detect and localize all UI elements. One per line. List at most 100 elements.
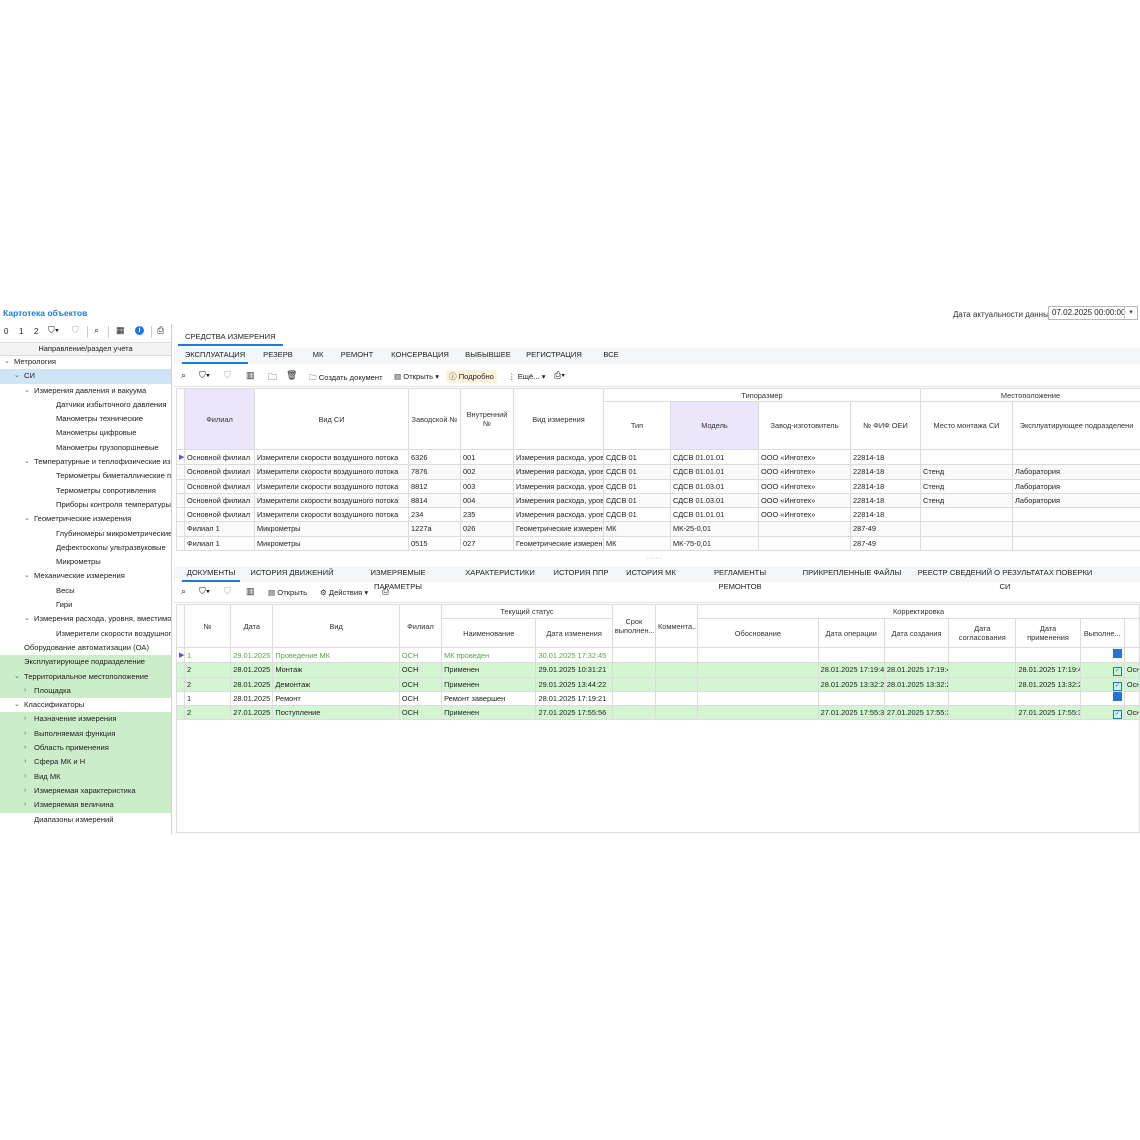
details-button[interactable]: ⓘ Подробно [446,370,497,383]
tab-bottom-1[interactable]: ИСТОРИЯ ДВИЖЕНИЙ [250,566,334,580]
tree-item[interactable]: Диапазоны измерений [0,813,171,827]
table-row[interactable]: ▶ 1 29.01.2025 Проведение МК ОСН МК проведен 3… [175,646,1140,664]
tree-item[interactable]: › Выполняемая функция [0,726,171,742]
search-icon[interactable]: ⌕ [181,370,186,381]
column-header[interactable]: Обоснование [697,618,819,648]
tree-item[interactable]: ⌄ Метрология [0,355,171,369]
tab-main-0[interactable]: ЭКСПЛУАТАЦИЯ [182,348,248,364]
tree-item[interactable]: ⌄ СИ [0,369,171,384]
clear-filter-icon[interactable]: ⛉ [224,370,231,381]
tab-main-1[interactable]: РЕЗЕРВ [258,348,298,362]
column-header[interactable] [1123,618,1140,648]
column-header[interactable]: Дата изменения [535,618,613,648]
tree-item[interactable]: Приборы контроля температуры [0,498,171,512]
column-header[interactable]: Срок выполнен... [611,604,656,648]
chevron-down-icon[interactable]: ⌄ [24,384,30,398]
tab-main-4[interactable]: КОНСЕРВАЦИЯ [390,348,450,362]
tree-item[interactable]: Весы [0,584,171,598]
tree-item[interactable]: Глубиномеры микрометрические [0,527,171,541]
column-header[interactable]: Заводской № [408,388,461,450]
chevron-down-icon[interactable]: ▾ [1124,307,1137,319]
tree-item[interactable]: ⌄ Классификаторы [0,698,171,712]
checkbox[interactable]: ✓ [1112,667,1122,677]
tab-bottom-2[interactable]: ИЗМЕРЯЕМЫЕ ПАРАМЕТРЫ [348,566,448,591]
tree-item[interactable]: Термометры биметаллические показ [0,469,171,483]
level-2-button[interactable]: 2 [34,327,38,336]
folder-icon[interactable]: 🗀 [268,370,277,386]
chevron-down-icon[interactable]: ⌄ [24,455,30,469]
chevron-down-icon[interactable]: ⌄ [24,612,30,626]
table-row[interactable]: Основной филиал Измерители скорости возду… [176,478,1140,494]
chevron-down-icon[interactable]: ⌄ [4,355,10,369]
tree-item[interactable]: ⌄ Механические измерения [0,569,171,583]
column-header[interactable]: Вид СИ [254,388,409,450]
tree-item[interactable]: ⌄ Геометрические измерения [0,512,171,526]
chevron-down-icon[interactable]: ⌄ [14,698,20,712]
column-header[interactable]: Филиал [398,604,443,648]
open-document-button[interactable]: ▤ Открыть [268,588,307,597]
level-0-button[interactable]: 0 [4,327,8,336]
column-header[interactable]: Внутренний № [460,388,514,450]
more-button[interactable]: ⋮ Ещё... ▾ [508,372,546,381]
tree-item[interactable]: ⌄ Измерения расхода, уровня, вместимост [0,612,171,626]
table-row[interactable]: 2 27.01.2025 Поступление ОСН Применен 27.01.2… [175,705,1140,721]
checkbox[interactable]: ✓ [1112,681,1122,691]
clear-filter-icon[interactable]: ⛉ [224,586,231,597]
chevron-down-icon[interactable]: ⌄ [24,512,30,526]
table-row[interactable]: 1 28.01.2025 Ремонт ОСН Ремонт завершен 28.01… [175,690,1140,707]
tree-item[interactable]: Гири [0,598,171,612]
tree-item[interactable]: Дефектоскопы ультразвуковые [0,541,171,555]
tab-bottom-4[interactable]: ИСТОРИЯ ППР [552,566,610,580]
chevron-right-icon[interactable]: › [24,712,26,726]
tab-bottom-5[interactable]: ИСТОРИЯ МК [624,566,678,580]
search-icon[interactable]: ⌕ [94,325,99,336]
column-header[interactable]: Дата применения [1015,618,1081,648]
tree-item[interactable]: Оборудование автоматизации (ОА) [0,641,171,655]
chevron-down-icon[interactable]: ⌄ [14,369,20,383]
table-row[interactable]: Филиал 1 Микрометры 0515 027 Геометрические … [176,535,1140,552]
chevron-right-icon[interactable]: › [24,741,26,755]
tree-item[interactable]: › Измеряемая величина [0,798,171,813]
tab-bottom-0[interactable]: ДОКУМЕНТЫ [182,566,240,582]
column-header[interactable]: Филиал [184,388,255,450]
tree-item[interactable]: › Площадка [0,683,171,699]
tab-main-6[interactable]: РЕГИСТРАЦИЯ [526,348,582,362]
tree-item[interactable]: ⌄ Измерения давления и вакуума [0,384,171,398]
filter-icon[interactable]: ⛉▾ [199,370,210,381]
column-header[interactable]: Коммента... [654,604,699,648]
tab-main-5[interactable]: ВЫБЫВШЕЕ [464,348,512,362]
create-document-button[interactable]: 🗀 Создать документ [309,372,383,385]
column-header[interactable]: Место монтажа СИ [920,401,1014,450]
checkbox[interactable]: ✓ [1112,710,1122,719]
print-icon[interactable]: ⎙▾ [554,370,565,381]
column-header[interactable]: № [184,604,232,648]
info-icon[interactable]: i [135,326,144,335]
table-row[interactable]: Основной филиал Измерители скорости возду… [176,492,1140,509]
chevron-down-icon[interactable]: ⌄ [14,670,20,684]
splitter-handle[interactable]: ······· [646,555,662,562]
search-icon[interactable]: ⌕ [181,586,186,597]
delete-icon[interactable]: 🗑 [286,370,297,381]
chevron-down-icon[interactable]: ⌄ [24,569,30,583]
tab-main-2[interactable]: МК [306,348,330,362]
column-header[interactable]: Модель [670,401,759,450]
table-row[interactable]: Филиал 1 Микрометры 1227a 026 Геометрические… [176,521,1140,537]
chevron-right-icon[interactable]: › [24,784,26,798]
tab-bottom-6[interactable]: РЕГЛАМЕНТЫ РЕМОНТОВ [692,566,788,591]
level-1-button[interactable]: 1 [19,327,23,336]
tab-measuring-instruments[interactable]: СРЕДСТВА ИЗМЕРЕНИЯ [178,330,283,346]
filter-icon[interactable]: ⛉▾ [199,586,210,597]
tree-item[interactable]: › Назначение измерения [0,712,171,727]
tree-item[interactable]: › Вид МК [0,769,171,784]
columns-icon[interactable]: ▥ [246,586,255,597]
tab-main-7[interactable]: ВСЕ [600,348,622,362]
tree-item[interactable]: › Область применения [0,741,171,756]
chevron-right-icon[interactable]: › [24,798,26,812]
column-header[interactable]: Эксплуатирующее подразделени [1012,401,1140,450]
column-header[interactable]: Дата создания [883,618,950,648]
tree-item[interactable]: Микрометры [0,555,171,569]
column-header[interactable]: № ФИФ ОЕИ [849,401,922,450]
column-header[interactable]: Наименование [441,618,537,648]
column-header[interactable]: Вид измерения [513,388,604,450]
tree-item[interactable]: Манометры грузопоршневые [0,441,171,455]
